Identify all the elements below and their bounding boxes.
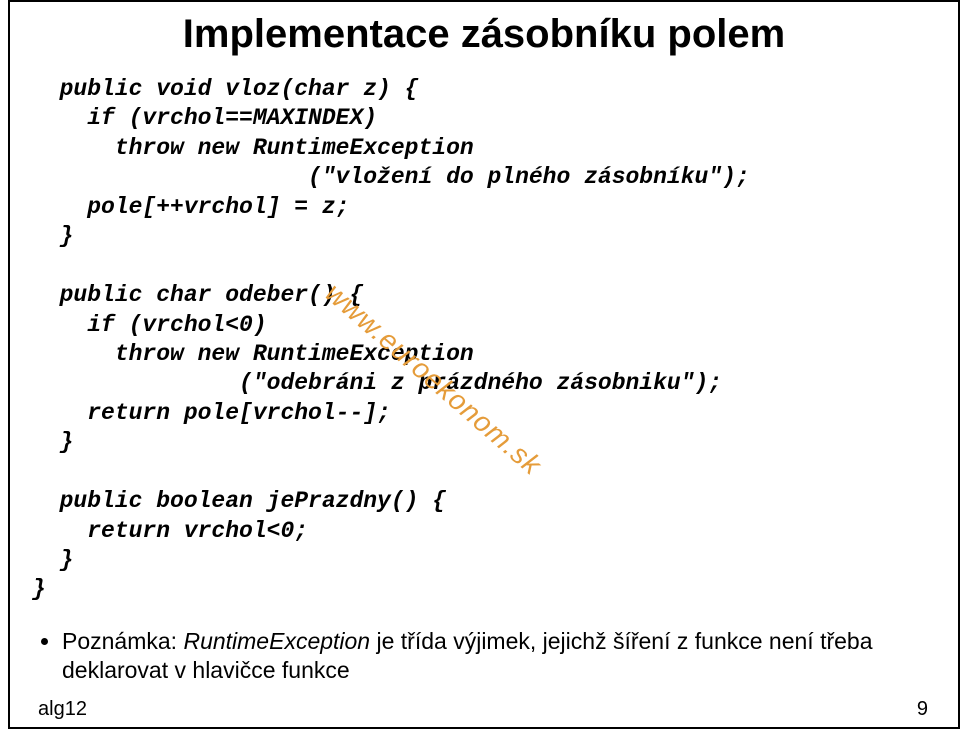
code-line: public void vloz(char z) { (32, 76, 418, 102)
code-line: } (32, 429, 73, 455)
code-line: throw new RuntimeException (32, 341, 474, 367)
code-block: public void vloz(char z) { if (vrchol==M… (32, 75, 928, 605)
slide-title: Implementace zásobníku polem (40, 12, 928, 57)
footer-page-number: 9 (917, 698, 928, 721)
content-frame: Implementace zásobníku polem public void… (8, 0, 960, 729)
code-line: return pole[vrchol--]; (32, 400, 391, 426)
code-line: ("odebráni z prázdného zásobniku"); (32, 370, 722, 396)
code-line: public char odeber() { (32, 282, 363, 308)
code-line: if (vrchol==MAXINDEX) (32, 105, 377, 131)
code-line: } (32, 223, 73, 249)
code-line: } (32, 576, 46, 602)
note-list: Poznámka: RuntimeException je třída výji… (40, 627, 928, 685)
note-prefix: Poznámka: (62, 628, 183, 654)
code-line: return vrchol<0; (32, 518, 308, 544)
slide-footer: alg12 9 (38, 698, 928, 721)
code-line: } (32, 547, 73, 573)
code-line: public boolean jePrazdny() { (32, 488, 446, 514)
code-line: if (vrchol<0) (32, 312, 267, 338)
note-item: Poznámka: RuntimeException je třída výji… (62, 627, 928, 685)
code-line: throw new RuntimeException (32, 135, 474, 161)
footer-left: alg12 (38, 698, 87, 720)
code-line: pole[++vrchol] = z; (32, 194, 349, 220)
slide-page: Implementace zásobníku polem public void… (0, 0, 960, 729)
note-exception-name: RuntimeException (183, 628, 370, 654)
code-line: ("vložení do plného zásobníku"); (32, 164, 750, 190)
